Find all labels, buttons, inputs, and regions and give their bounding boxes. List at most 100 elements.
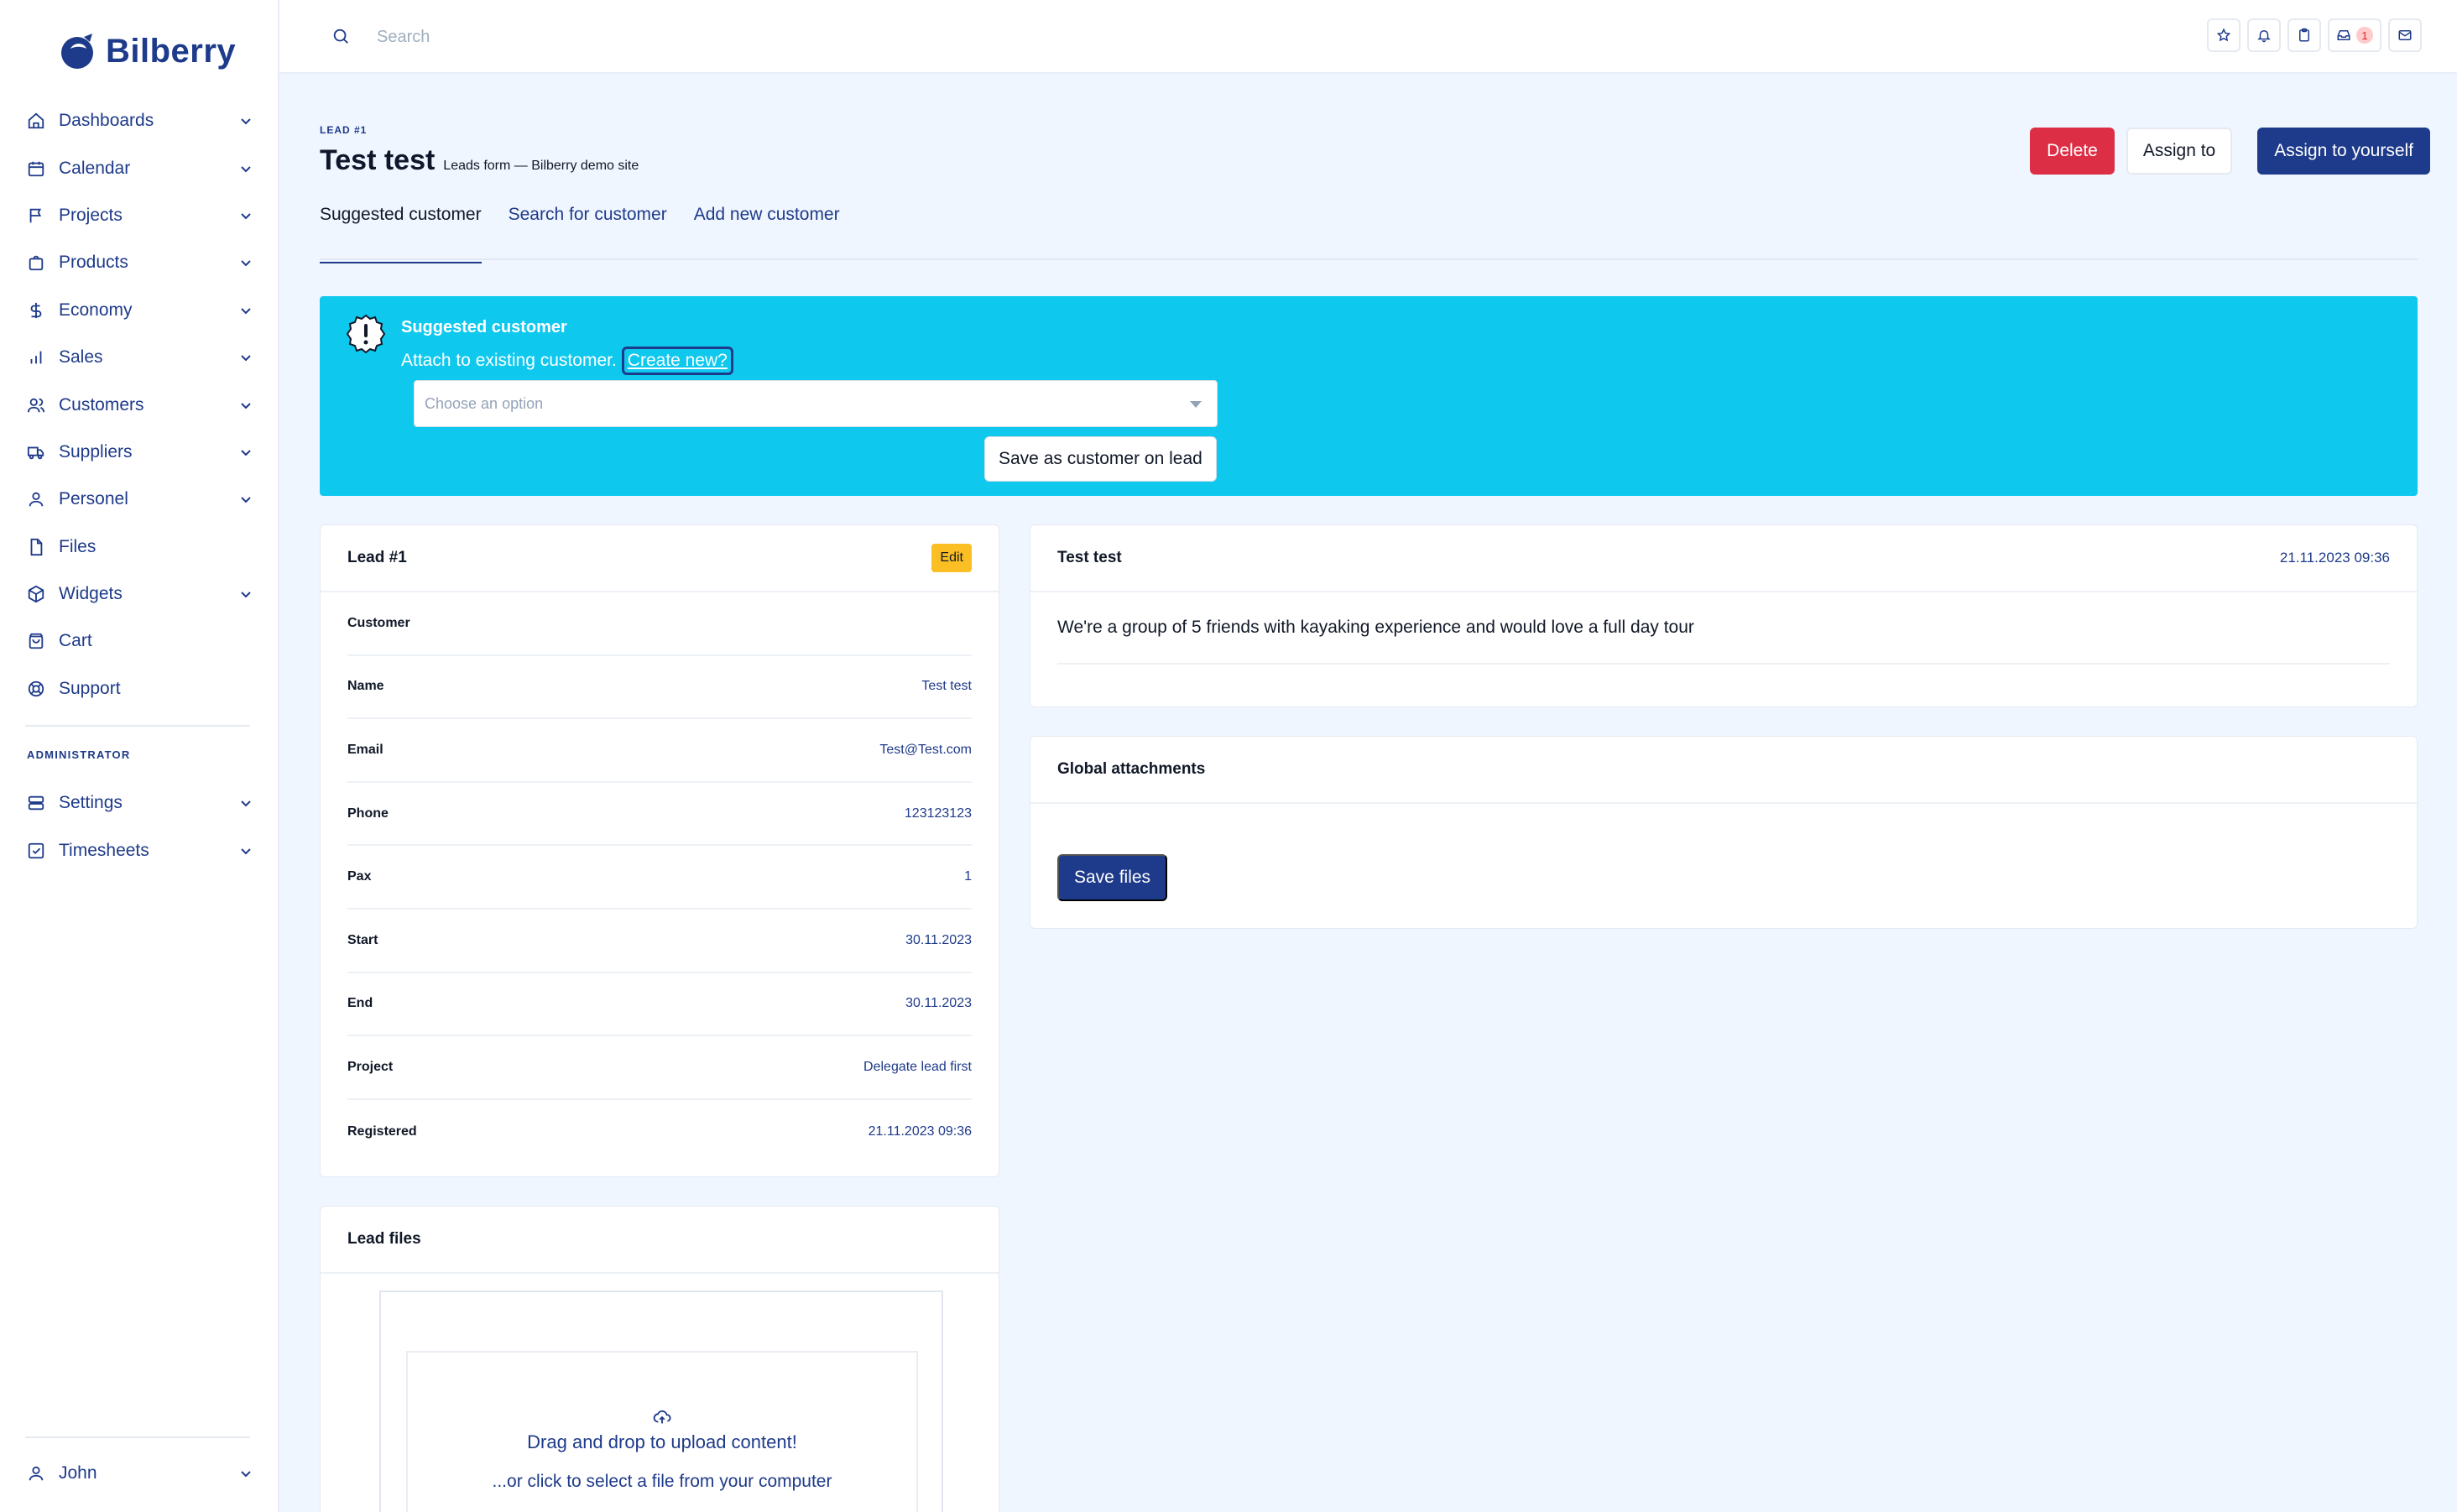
lead-section-label: Customer: [347, 615, 410, 630]
lead-row-phone: Phone 123123123: [347, 783, 972, 847]
sidebar-item-personel[interactable]: Personel: [0, 476, 279, 523]
sidebar-item-label: Projects: [59, 205, 123, 225]
sidebar-item-label: Support: [59, 678, 121, 698]
sidebar-item-suppliers[interactable]: Suppliers: [0, 429, 279, 476]
star-icon: [2216, 28, 2231, 42]
lead-row-value[interactable]: Delegate lead first: [863, 1060, 972, 1075]
favorites-button[interactable]: [2207, 18, 2241, 52]
sidebar-item-label: Widgets: [59, 584, 123, 604]
sidebar-item-label: Customers: [59, 394, 144, 414]
sidebar-item-calendar[interactable]: Calendar: [0, 144, 279, 191]
sidebar-item-files[interactable]: Files: [0, 524, 279, 571]
sidebar-item-sales[interactable]: Sales: [0, 334, 279, 381]
global-attachments-card: Global attachments Save files: [1030, 736, 2418, 929]
page-title: Test test: [320, 144, 436, 176]
inbox-icon: [2337, 30, 2350, 40]
sidebar-item-products[interactable]: Products: [0, 239, 279, 286]
cube-icon: [28, 585, 44, 603]
clipboard-button[interactable]: [2287, 18, 2321, 52]
lead-row-key: Name: [347, 679, 384, 694]
tab-add-new-customer[interactable]: Add new customer: [694, 205, 840, 263]
lead-row-key: End: [347, 996, 373, 1011]
alert-text-row: Attach to existing customer. Create new?: [401, 347, 733, 375]
alert-title: Suggested customer: [401, 318, 567, 336]
assign-to-button[interactable]: Assign to: [2126, 128, 2233, 175]
message-author: Test test: [1057, 549, 1122, 566]
mail-button[interactable]: [2388, 18, 2422, 52]
notifications-button[interactable]: [2247, 18, 2281, 52]
delete-button[interactable]: Delete: [2030, 128, 2115, 175]
sidebar-item-dashboards[interactable]: Dashboards: [0, 97, 279, 144]
lifebuoy-icon: [28, 680, 44, 697]
edit-button[interactable]: Edit: [931, 544, 972, 572]
lead-row-value[interactable]: 1: [964, 869, 972, 884]
lead-row-pax: Pax 1: [347, 846, 972, 910]
sidebar-item-widgets[interactable]: Widgets: [0, 571, 279, 618]
user-icon: [29, 1466, 44, 1481]
create-new-link[interactable]: Create new?: [621, 347, 733, 375]
sidebar-item-customers[interactable]: Customers: [0, 381, 279, 428]
lead-row-key: Start: [347, 932, 378, 947]
file-dropzone[interactable]: Drag and drop to upload content! ...or c…: [406, 1351, 918, 1512]
lead-row-end: End 30.11.2023: [347, 973, 972, 1037]
message-date: 21.11.2023 09:36: [2279, 550, 2390, 566]
sidebar-item-settings[interactable]: Settings: [0, 779, 279, 826]
sidebar-item-support[interactable]: Support: [0, 665, 279, 712]
nav-divider: [25, 725, 250, 727]
lead-row-value[interactable]: 30.11.2023: [905, 933, 972, 948]
lead-card: Lead #1 Edit Customer Name Test test Email…: [320, 524, 999, 1177]
topbar-actions: 1: [2207, 18, 2422, 52]
user-menu-toggle[interactable]: John: [0, 1450, 279, 1497]
server-icon: [28, 795, 44, 811]
save-files-button[interactable]: Save files: [1057, 854, 1168, 901]
sidebar-item-label: Cart: [59, 631, 92, 651]
cart-icon: [29, 633, 44, 649]
lead-row-start: Start 30.11.2023: [347, 910, 972, 973]
caret-down-icon: [1190, 401, 1202, 408]
page-subtitle: Leads form — Bilberry demo site: [443, 159, 639, 173]
truck-icon: [27, 446, 44, 460]
lead-card-header: Lead #1 Edit: [321, 525, 999, 592]
mail-icon: [2398, 30, 2412, 40]
lead-row-key: Registered: [347, 1124, 417, 1139]
tab-search-for-customer[interactable]: Search for customer: [509, 205, 667, 263]
assign-to-yourself-button[interactable]: Assign to yourself: [2257, 128, 2430, 175]
customer-select-placeholder: Choose an option: [425, 394, 544, 412]
lead-row-key: Pax: [347, 869, 372, 884]
lead-row-value[interactable]: 30.11.2023: [905, 996, 972, 1011]
lead-row-email: Email Test@Test.com: [347, 719, 972, 783]
dropzone-frame: Drag and drop to upload content! ...or c…: [379, 1290, 943, 1512]
save-as-customer-button[interactable]: Save as customer on lead: [984, 436, 1217, 482]
lead-files-header: Lead files: [321, 1207, 999, 1274]
lead-row-value[interactable]: 123123123: [905, 806, 972, 821]
header-actions: Delete Assign to Assign to yourself: [2030, 128, 2430, 175]
lead-section-row: Customer: [347, 592, 972, 656]
clipboard-icon: [2299, 28, 2309, 42]
user-icon: [29, 493, 44, 507]
sidebar-item-label: Dashboards: [59, 111, 154, 131]
sidebar-item-label: Settings: [59, 793, 123, 813]
tab-suggested-customer[interactable]: Suggested customer: [320, 205, 482, 263]
sidebar: Bilberry Dashboards Calendar Projects Produ…: [0, 0, 279, 1512]
sidebar-item-label: Calendar: [59, 158, 131, 178]
search-input[interactable]: [377, 22, 880, 52]
customer-select[interactable]: Choose an option: [414, 380, 1218, 427]
sidebar-item-cart[interactable]: Cart: [0, 618, 279, 665]
brand-logo[interactable]: Bilberry: [59, 32, 236, 70]
checkbox-icon: [28, 842, 44, 858]
lead-row-name: Name Test test: [347, 656, 972, 720]
chevron-down-icon: [241, 847, 251, 854]
sidebar-item-label: Suppliers: [59, 441, 133, 461]
admin-section-label: ADMINISTRATOR: [27, 748, 131, 761]
lead-row-value[interactable]: Test test: [921, 679, 972, 694]
inbox-button[interactable]: 1: [2328, 18, 2381, 52]
lead-row-value[interactable]: 21.11.2023 09:36: [869, 1124, 972, 1139]
sidebar-item-timesheets[interactable]: Timesheets: [0, 826, 279, 873]
sidebar-item-label: Economy: [59, 300, 133, 320]
sidebar-item-economy[interactable]: Economy: [0, 287, 279, 334]
lead-eyebrow: LEAD #1: [320, 124, 368, 136]
lead-row-value[interactable]: Test@Test.com: [879, 743, 972, 758]
global-attachments-title: Global attachments: [1057, 760, 1206, 778]
sidebar-item-projects[interactable]: Projects: [0, 192, 279, 239]
lead-row-key: Project: [347, 1059, 394, 1074]
